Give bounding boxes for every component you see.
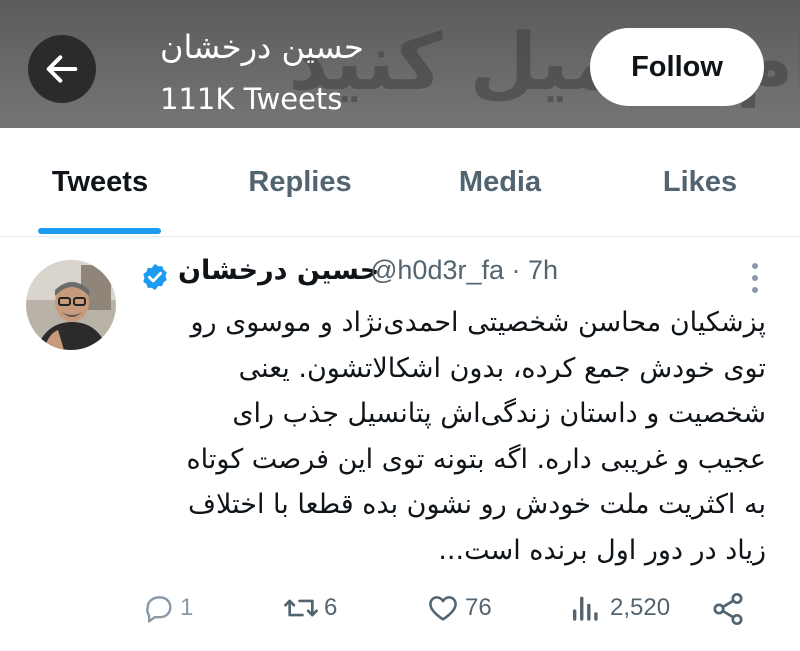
tab-media[interactable]: Media bbox=[459, 166, 541, 199]
tweet-text-line: زیاد در دور اول برنده است... bbox=[438, 534, 766, 566]
retweet-count: 6 bbox=[324, 594, 338, 621]
share-button[interactable] bbox=[710, 591, 746, 627]
retweet-button[interactable]: 6 bbox=[282, 591, 337, 625]
views-chart-icon bbox=[572, 596, 598, 621]
tweet-text-line: پزشکیان محاسن شخصیتی احمدی‌نژاد و موسوی … bbox=[190, 307, 766, 338]
tweet-text-line: به اکثریت ملت خودش رو نشون بده قطعا با ا… bbox=[188, 489, 766, 520]
active-tab-indicator bbox=[38, 228, 161, 234]
author-name[interactable]: حسین درخشان bbox=[178, 255, 379, 286]
tweet-text-line: عجیب و غریبی داره. اگه بتونه توی این فرص… bbox=[186, 443, 767, 475]
author-handle-and-time: @h0d3r_fa · 7h bbox=[370, 255, 559, 285]
reply-count: 1 bbox=[180, 594, 194, 621]
profile-tabs: Tweets Replies Media Likes bbox=[0, 128, 800, 237]
reply-icon bbox=[146, 596, 172, 623]
like-count: 76 bbox=[465, 594, 492, 621]
tab-likes[interactable]: Likes bbox=[663, 166, 737, 199]
follow-button[interactable]: Follow bbox=[590, 28, 764, 106]
tweet-text-line: توی خودش جمع کرده، بدون اشکالاتشون. یعنی bbox=[238, 352, 766, 384]
verified-badge-icon bbox=[143, 263, 167, 291]
back-button[interactable] bbox=[28, 35, 96, 103]
tweet-text: پزشکیان محاسن شخصیتی احمدی‌نژاد و موسوی … bbox=[140, 300, 767, 573]
share-icon bbox=[713, 592, 743, 626]
view-count: 2,520 bbox=[610, 594, 671, 621]
avatar[interactable] bbox=[26, 260, 116, 350]
tweet-count: 111K Tweets bbox=[160, 82, 343, 116]
profile-name: حسین درخشان bbox=[160, 28, 364, 66]
heart-icon bbox=[429, 596, 457, 621]
tweet-text-line: شخصیت و داستان زندگی‌اش پتانسیل جذب رای bbox=[232, 398, 766, 429]
profile-header-banner: ام تحمیل کنید حسین درخشان 111K Tweets Fo… bbox=[0, 0, 800, 128]
retweet-icon bbox=[284, 599, 318, 617]
more-options-icon[interactable] bbox=[748, 260, 762, 300]
like-button[interactable]: 76 bbox=[425, 591, 492, 625]
tab-replies[interactable]: Replies bbox=[248, 166, 351, 199]
arrow-left-icon bbox=[46, 55, 78, 83]
tweet-action-bar: 1 6 76 2,520 bbox=[0, 585, 800, 635]
views-button[interactable]: 2,520 bbox=[568, 591, 670, 625]
reply-button[interactable]: 1 bbox=[142, 591, 193, 625]
tab-tweets[interactable]: Tweets bbox=[52, 166, 148, 199]
